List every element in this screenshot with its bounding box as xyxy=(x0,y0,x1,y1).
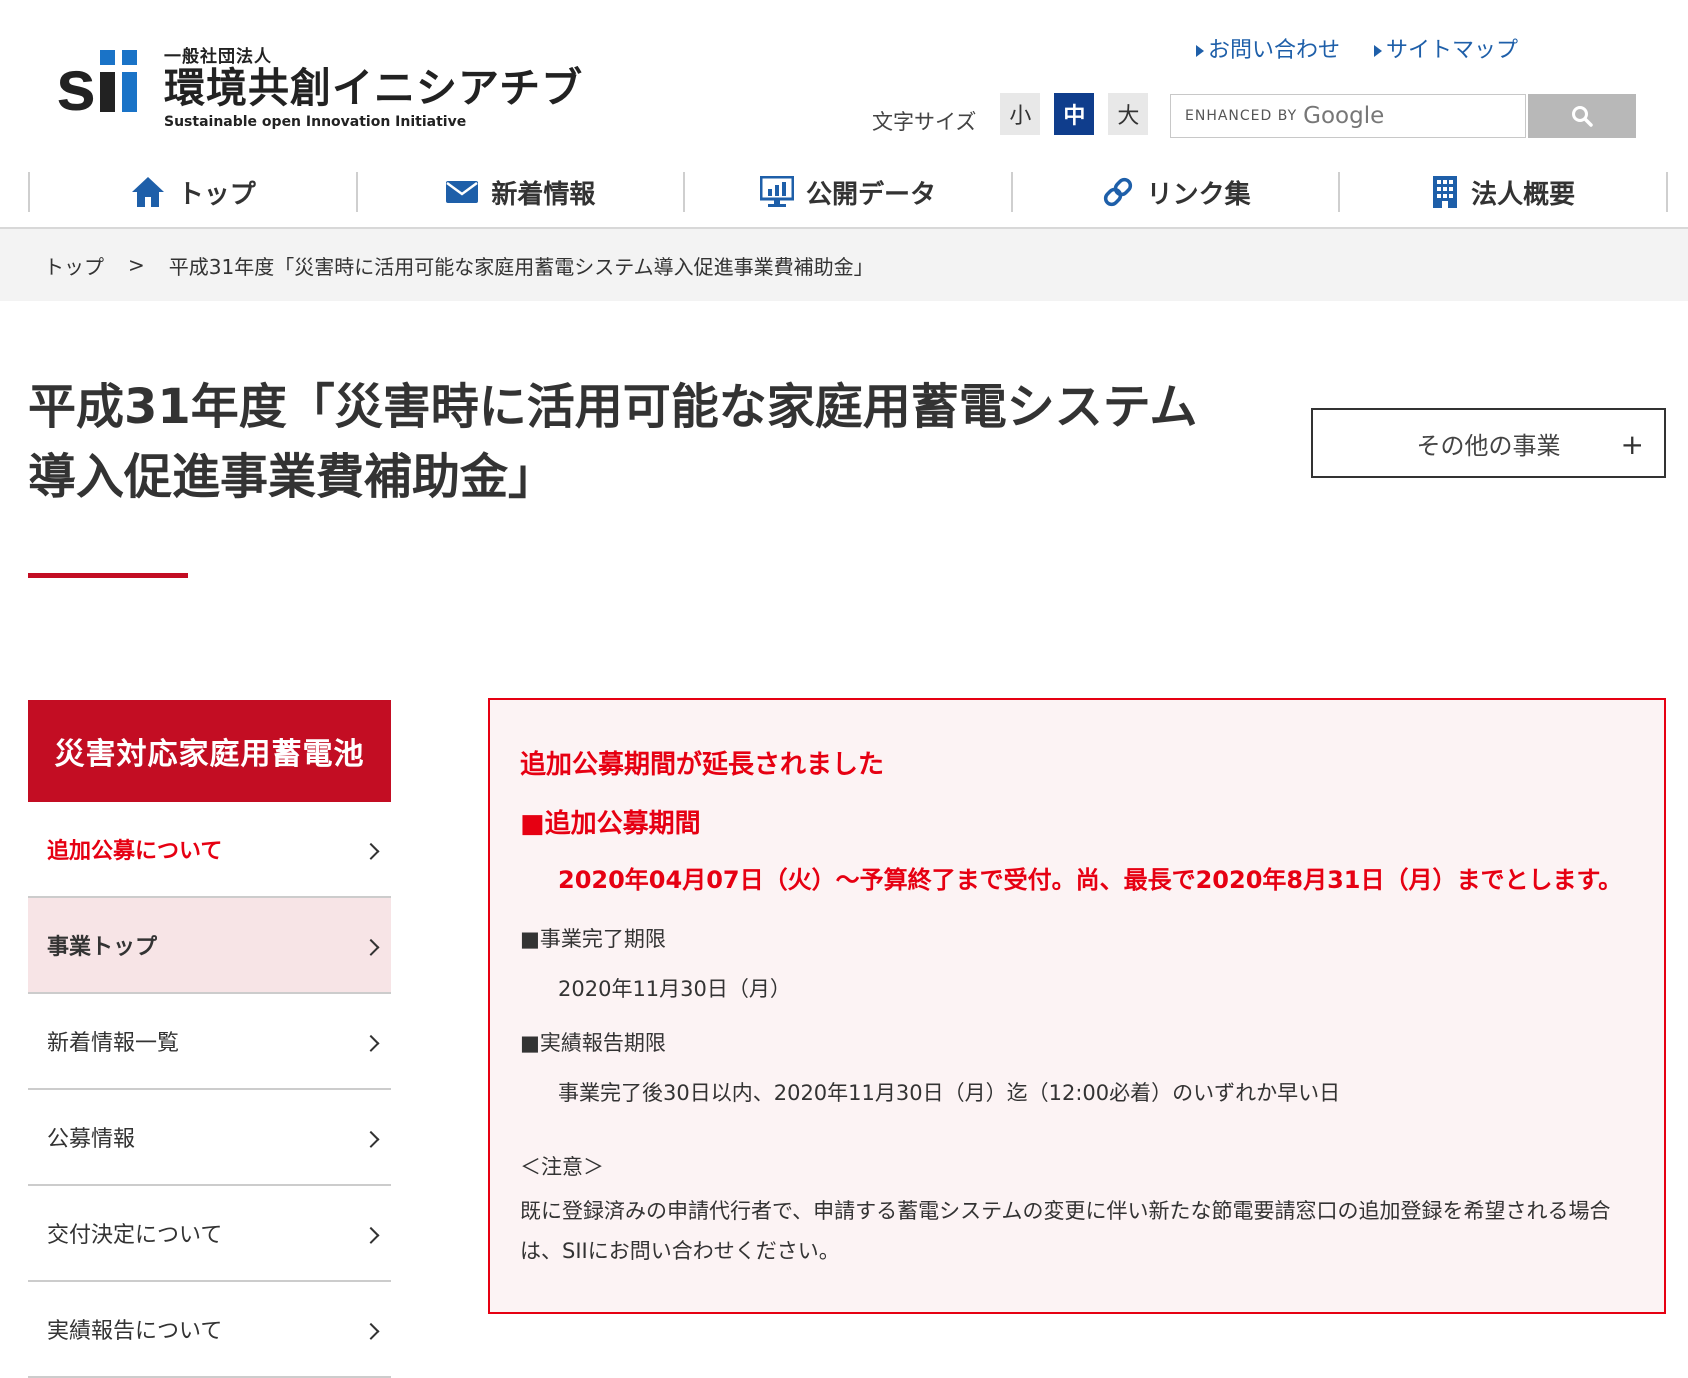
logo-title: 環境共創イニシアチブ xyxy=(164,64,584,112)
breadcrumb-separator: > xyxy=(128,253,145,277)
sidebar-item-news-list[interactable]: 新着情報一覧 xyxy=(28,994,391,1090)
notice-completion-label: ■事業完了期限 xyxy=(520,927,666,951)
global-nav: トップ 新着情報 公開データ リンク集 法人概要 xyxy=(28,172,1668,212)
sii-logo-mark: s xyxy=(56,46,137,118)
notice-report-value: 事業完了後30日以内、2020年11月30日（月）迄（12:00必着）のいずれか… xyxy=(558,1081,1341,1105)
font-size-large-button[interactable]: 大 xyxy=(1108,93,1149,135)
logo-english: Sustainable open Innovation Initiative xyxy=(164,114,467,131)
notice-period-value: 2020年04月07日（火）～予算終了まで受付。尚、最長で2020年8月31日（… xyxy=(558,866,1623,894)
notice-note-text: 既に登録済みの申請代行者で、申請する蓄電システムの変更に伴い新たな節電要請窓口の… xyxy=(520,1199,1611,1263)
nav-item-news[interactable]: 新着情報 xyxy=(355,172,684,212)
search-placeholder-prefix: ENHANCED BY xyxy=(1185,108,1298,124)
building-icon xyxy=(1433,176,1458,208)
link-icon xyxy=(1103,177,1132,207)
notice-report-label: ■実績報告期限 xyxy=(520,1031,666,1055)
other-projects-button[interactable]: その他の事業 + xyxy=(1311,408,1666,478)
other-projects-label: その他の事業 xyxy=(1416,431,1561,460)
triangle-right-icon xyxy=(1373,45,1382,57)
search-placeholder-brand: Google xyxy=(1303,103,1385,129)
sidebar-item-project-top[interactable]: 事業トップ xyxy=(28,898,391,994)
sidebar-item-grant-decision[interactable]: 交付決定について xyxy=(28,1186,391,1282)
nav-item-public-data[interactable]: 公開データ xyxy=(683,172,1011,212)
monitor-chart-icon xyxy=(759,176,794,207)
plus-icon: + xyxy=(1620,428,1644,461)
mail-icon xyxy=(446,181,479,203)
font-size-label: 文字サイズ xyxy=(872,110,977,134)
nav-item-top[interactable]: トップ xyxy=(28,172,356,212)
breadcrumb: トップ > 平成31年度「災害時に活用可能な家庭用蓄電システム導入促進事業費補助… xyxy=(0,229,1688,301)
nav-item-about[interactable]: 法人概要 xyxy=(1338,172,1668,212)
sidebar-item-performance-report[interactable]: 実績報告について xyxy=(28,1282,391,1378)
search-input[interactable]: ENHANCED BY Google xyxy=(1170,94,1526,138)
font-size-switcher: 文字サイズ 小 中 大 xyxy=(872,92,1162,136)
breadcrumb-current: 平成31年度「災害時に活用可能な家庭用蓄電システム導入促進事業費補助金」 xyxy=(168,254,874,279)
triangle-right-icon xyxy=(1195,45,1204,57)
contact-link[interactable]: お問い合わせ xyxy=(1195,32,1340,64)
sidebar-heading: 災害対応家庭用蓄電池 xyxy=(28,700,391,802)
notice-box: 追加公募期間が延長されました ■追加公募期間 2020年04月07日（火）～予算… xyxy=(488,698,1666,1314)
title-underline xyxy=(28,573,188,578)
chevron-right-icon xyxy=(362,1226,380,1244)
chevron-right-icon xyxy=(362,1130,380,1148)
notice-completion-value: 2020年11月30日（月） xyxy=(558,977,791,1001)
site-search: ENHANCED BY Google xyxy=(1170,94,1636,138)
chevron-right-icon xyxy=(362,1034,380,1052)
notice-heading: 追加公募期間が延長されました xyxy=(520,750,885,780)
font-size-medium-button[interactable]: 中 xyxy=(1054,93,1095,135)
nav-item-links[interactable]: リンク集 xyxy=(1010,172,1339,212)
search-button[interactable] xyxy=(1528,94,1636,138)
sidebar-item-call-info[interactable]: 公募情報 xyxy=(28,1090,391,1186)
search-icon xyxy=(1572,106,1593,127)
font-size-small-button[interactable]: 小 xyxy=(1000,93,1041,135)
sidebar: 災害対応家庭用蓄電池 追加公募について 事業トップ 新着情報一覧 公募情報 交付… xyxy=(28,700,391,1378)
home-icon xyxy=(131,177,164,207)
svg-text:s: s xyxy=(56,46,96,118)
sitemap-link[interactable]: サイトマップ xyxy=(1373,32,1518,64)
site-logo[interactable]: s 一般社団法人 環境共創イニシアチブ Sustainable open Inn… xyxy=(56,42,583,130)
notice-note-title: ＜注意＞ xyxy=(520,1155,604,1179)
page-title: 平成31年度「災害時に活用可能な家庭用蓄電システム導入促進事業費補助金」 xyxy=(28,379,1198,505)
chevron-right-icon xyxy=(362,842,380,860)
utility-links: お問い合わせ サイトマップ xyxy=(1195,32,1518,64)
sidebar-item-additional-call[interactable]: 追加公募について xyxy=(28,802,391,898)
notice-period-label: ■追加公募期間 xyxy=(520,809,701,839)
chevron-right-icon xyxy=(362,1322,380,1340)
breadcrumb-home-link[interactable]: トップ xyxy=(44,251,104,280)
chevron-right-icon xyxy=(362,938,380,956)
